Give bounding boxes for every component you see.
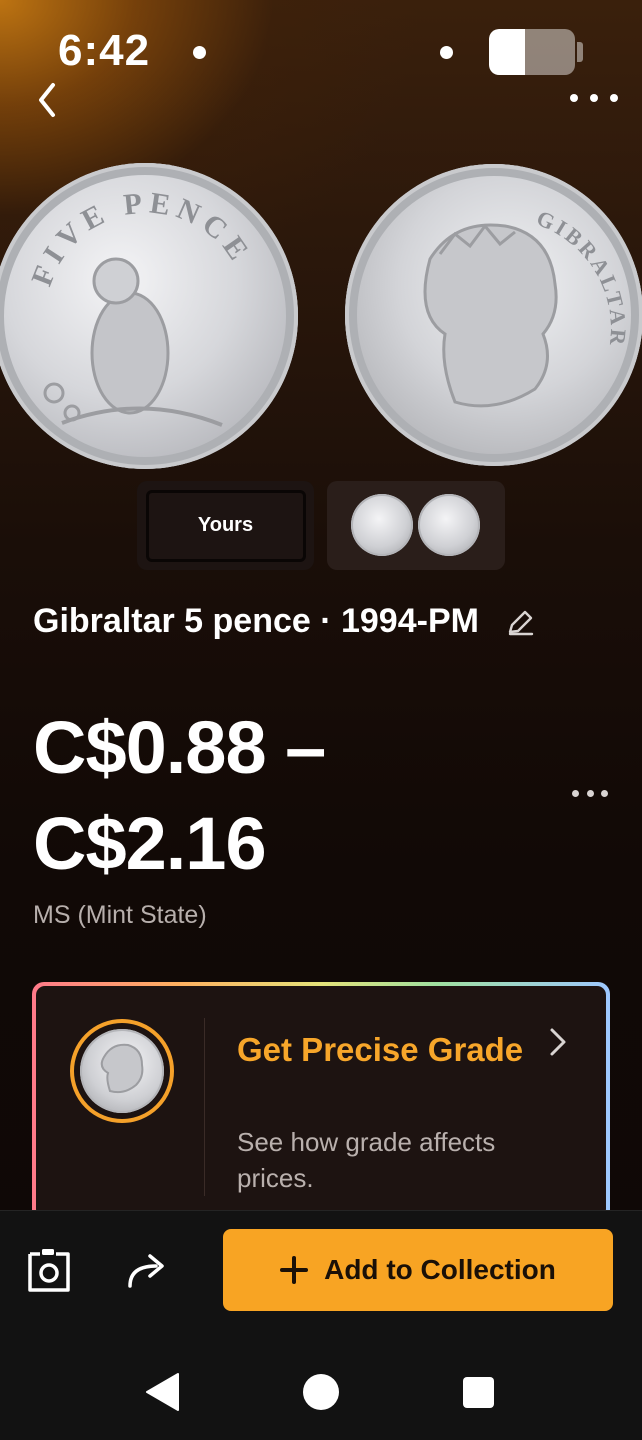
more-dot bbox=[570, 94, 578, 102]
more-dot bbox=[572, 789, 579, 797]
chevron-left-icon bbox=[39, 83, 55, 117]
nav-home-icon[interactable] bbox=[303, 1374, 339, 1410]
nav-recents-icon[interactable] bbox=[463, 1377, 494, 1408]
pencil-icon[interactable] bbox=[505, 608, 535, 638]
tab-yours[interactable]: Yours bbox=[137, 481, 314, 570]
card-divider bbox=[204, 1018, 205, 1196]
back-button[interactable] bbox=[30, 78, 64, 122]
price-range-line2: C$2.16 bbox=[33, 802, 267, 885]
more-dot bbox=[586, 789, 594, 797]
grade-card-title: Get Precise Grade bbox=[237, 1031, 524, 1068]
battery-icon bbox=[489, 29, 575, 75]
more-options-button[interactable] bbox=[570, 88, 618, 108]
nav-back-icon[interactable] bbox=[144, 1372, 182, 1412]
tab-yours-label: Yours bbox=[145, 489, 306, 562]
reference-reverse-thumbnail bbox=[418, 494, 480, 556]
add-to-collection-label: Add to Collection bbox=[324, 1254, 556, 1285]
price-range: C$0.88 – C$2.16 bbox=[33, 700, 553, 892]
svg-text:FIVE PENCE: FIVE PENCE bbox=[25, 186, 258, 290]
share-arrow-icon[interactable] bbox=[126, 1250, 170, 1290]
coin-title: Gibraltar 5 pence · 1994-PM bbox=[33, 602, 479, 640]
reverse-inscription: FIVE PENCE bbox=[25, 186, 252, 290]
battery-tip bbox=[577, 42, 583, 62]
grade-coin-ring bbox=[70, 1019, 174, 1123]
more-dot bbox=[601, 789, 608, 797]
price-range-line1: C$0.88 – bbox=[33, 706, 326, 789]
more-dot bbox=[590, 94, 598, 102]
status-time: 6:42 bbox=[58, 26, 151, 75]
price-more-button[interactable] bbox=[572, 787, 608, 799]
plus-icon bbox=[280, 1256, 309, 1284]
tab-reference-images[interactable] bbox=[327, 481, 505, 570]
signal-dot-icon bbox=[440, 46, 453, 59]
notification-dot-icon bbox=[193, 46, 206, 59]
reference-obverse-thumbnail bbox=[351, 494, 413, 556]
chevron-right-icon bbox=[550, 1028, 566, 1056]
coin-reverse-image[interactable]: FIVE PENCE bbox=[0, 163, 298, 469]
grade-card-subtitle: See how grade affects prices. bbox=[237, 1127, 496, 1193]
precise-grade-card-body: Get Precise Grade See how grade affects … bbox=[36, 986, 606, 1218]
precise-grade-card[interactable]: Get Precise Grade See how grade affects … bbox=[32, 982, 610, 1222]
more-dot bbox=[610, 94, 618, 102]
coin-obverse-image[interactable]: GIBRALTAR bbox=[345, 164, 642, 466]
grade-coin-image bbox=[80, 1029, 164, 1113]
add-to-collection-button[interactable]: Add to Collection bbox=[223, 1229, 613, 1311]
grade-label: MS (Mint State) bbox=[33, 901, 207, 929]
camera-scan-icon[interactable] bbox=[26, 1246, 72, 1294]
